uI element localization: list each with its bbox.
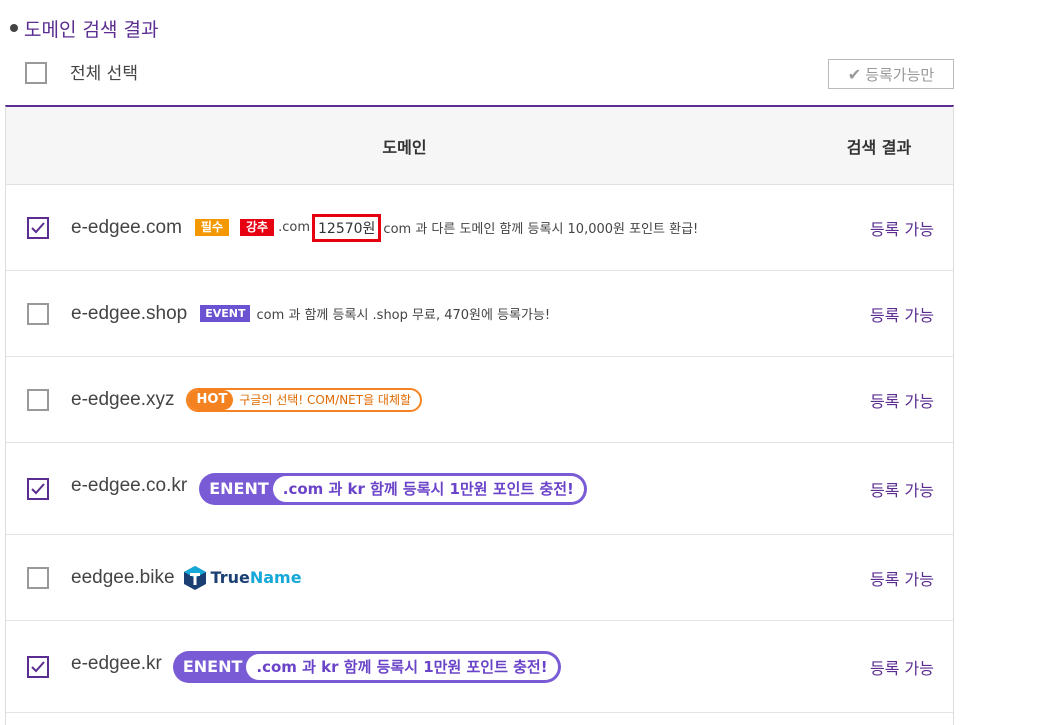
event-badge: EVENT: [200, 305, 251, 322]
event-banner-text: .com 과 kr 함께 등록시 1만원 포인트 충전!: [272, 475, 584, 502]
table-row: e-edgee.shop EVENT com 과 함께 등록시 .shop 무료…: [6, 271, 953, 357]
hot-badge-label: HOT: [187, 389, 234, 410]
event-banner-text: .com 과 kr 함께 등록시 1만원 포인트 충전!: [246, 653, 558, 680]
availability-status: 등록 가능: [870, 480, 934, 500]
row-checkbox[interactable]: [27, 655, 49, 678]
recommend-badge: 강추: [240, 219, 275, 236]
hot-badge-text: 구글의 선택! COM/NET을 대체할: [239, 393, 412, 407]
row-checkbox[interactable]: [27, 566, 49, 589]
table-row: e-edgee.com 필수 강추 .com 12570원 com 과 다른 도…: [6, 185, 953, 271]
toolbar: 전체 선택 ✔ 등록가능만: [25, 59, 954, 89]
select-all-checkbox[interactable]: [25, 62, 47, 84]
select-all-label[interactable]: 전체 선택: [70, 62, 138, 86]
truename-icon: [183, 565, 206, 590]
truename-logo: TrueName: [183, 565, 302, 590]
promo-text: com 과 다른 도메인 함께 등록시 10,000원 포인트 환급!: [383, 222, 699, 237]
event-banner: ENENT .com 과 kr 함께 등록시 1만원 포인트 충전!: [172, 650, 561, 683]
section-title-text: 도메인 검색 결과: [24, 18, 159, 41]
availability-status: 등록 가능: [870, 219, 934, 239]
table-row: e-edgee.kr ENENT .com 과 kr 함께 등록시 1만원 포인…: [6, 621, 953, 713]
table-row: e-edgee.xyz HOT 구글의 선택! COM/NET을 대체할 등록 …: [6, 357, 953, 443]
row-checkbox[interactable]: [27, 477, 49, 500]
hot-badge: HOT 구글의 선택! COM/NET을 대체할: [185, 387, 423, 412]
header-domain: 도메인: [382, 138, 427, 157]
domain-name: e-edgee.kr: [71, 652, 162, 674]
filter-button-label: 등록가능만: [865, 65, 935, 84]
table-header: 도메인 검색 결과: [6, 107, 953, 185]
promo-text: com 과 함께 등록시 .shop 무료, 470원에 등록가능!: [256, 308, 551, 323]
event-banner-label: ENENT: [209, 479, 269, 498]
domain-name: eedgee.bike: [71, 566, 175, 588]
available-only-filter-button[interactable]: ✔ 등록가능만: [828, 59, 954, 89]
availability-status: 등록 가능: [870, 658, 934, 678]
bullet-icon: [10, 24, 18, 32]
required-badge: 필수: [194, 219, 229, 236]
availability-status: 등록 가능: [870, 305, 934, 325]
results-table: 도메인 검색 결과 e-edgee.com 필수 강추 .com 12570원 …: [5, 105, 954, 725]
table-row: e-edgee.co.kr ENENT .com 과 kr 함께 등록시 1만원…: [6, 443, 953, 535]
domain-name: e-edgee.shop: [71, 302, 188, 324]
event-banner: ENENT .com 과 kr 함께 등록시 1만원 포인트 충전!: [199, 472, 587, 505]
truename-brand-part1: True: [210, 568, 250, 587]
truename-brand-part2: Name: [249, 568, 302, 587]
row-checkbox[interactable]: [27, 216, 49, 239]
row-checkbox[interactable]: [27, 302, 49, 325]
header-result: 검색 결과: [846, 138, 912, 157]
table-row: eedgee.bike TrueName 등록 가능: [6, 535, 953, 621]
price-highlight: 12570원: [312, 213, 382, 242]
domain-name: e-edgee.com: [71, 216, 182, 238]
promo-prefix: .com: [278, 220, 310, 235]
availability-status: 등록 가능: [870, 569, 934, 589]
check-icon: ✔: [847, 64, 862, 84]
section-title: 도메인 검색 결과: [10, 14, 158, 42]
row-checkbox[interactable]: [27, 388, 49, 411]
domain-name: e-edgee.xyz: [71, 388, 175, 410]
domain-name: e-edgee.co.kr: [71, 474, 188, 496]
event-banner-label: ENENT: [182, 657, 243, 676]
table-row-partial: [6, 713, 953, 725]
availability-status: 등록 가능: [870, 391, 934, 411]
